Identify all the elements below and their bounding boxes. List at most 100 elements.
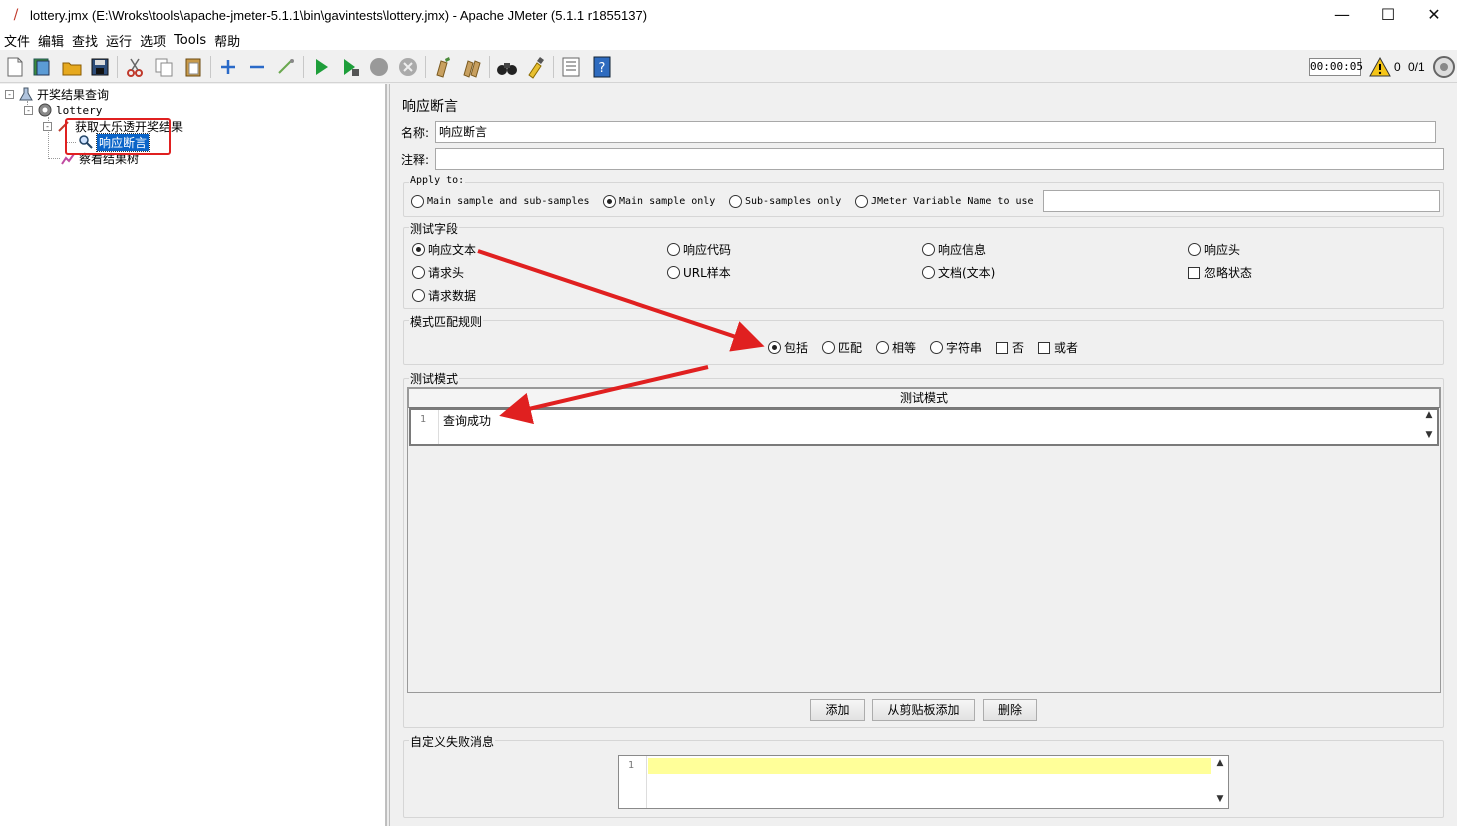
comment-label: 注释: <box>401 152 430 167</box>
toggle-icon[interactable] <box>274 55 298 79</box>
name-field[interactable]: 响应断言 <box>435 121 1436 143</box>
rule-contains-radio[interactable]: 包括 <box>768 339 808 356</box>
field-response-text-radio[interactable]: 响应文本 <box>412 241 476 258</box>
templates-icon[interactable] <box>30 55 54 79</box>
comment-row: 注释: <box>401 147 1444 171</box>
add-button[interactable]: 添加 <box>810 699 865 721</box>
checkbox-box <box>1188 266 1200 279</box>
collapse-all-icon[interactable] <box>245 55 269 79</box>
radio-circle-selected <box>412 243 425 256</box>
field-request-headers-radio[interactable]: 请求头 <box>412 264 464 281</box>
apply-main-only-radio[interactable]: Main sample only <box>603 195 715 208</box>
field-url-sampled-radio[interactable]: URL样本 <box>667 264 731 281</box>
maximize-button[interactable]: ☐ <box>1365 0 1411 30</box>
scroll-up-icon[interactable]: ▲ <box>1214 758 1226 768</box>
paste-icon[interactable] <box>181 55 205 79</box>
rule-substring-radio[interactable]: 字符串 <box>930 339 982 356</box>
field-document-text-radio[interactable]: 文档(文本) <box>922 264 995 281</box>
failure-message-title: 自定义失败消息 <box>409 733 496 750</box>
option-label: 响应头 <box>1204 243 1241 257</box>
jmeter-feather-icon: / <box>13 7 19 23</box>
minimize-button[interactable]: — <box>1319 0 1365 30</box>
radio-circle <box>855 195 868 208</box>
warning-icon[interactable] <box>1369 56 1391 78</box>
split-pane-divider[interactable] <box>386 84 390 826</box>
save-icon[interactable] <box>88 55 112 79</box>
apply-sub-only-radio[interactable]: Sub-samples only <box>729 195 841 208</box>
comment-field[interactable] <box>435 148 1444 170</box>
copy-icon[interactable] <box>152 55 176 79</box>
option-label: Main sample and sub-samples <box>427 196 590 207</box>
failure-message-editor[interactable]: 1 ▲ ▼ <box>618 755 1229 809</box>
clear-icon[interactable] <box>431 55 455 79</box>
field-response-headers-radio[interactable]: 响应头 <box>1188 241 1240 258</box>
open-icon[interactable] <box>60 55 84 79</box>
field-response-code-radio[interactable]: 响应代码 <box>667 241 731 258</box>
clear-all-icon[interactable] <box>460 55 484 79</box>
option-label: 文档(文本) <box>938 266 996 280</box>
radio-circle <box>876 341 889 354</box>
menu-edit[interactable]: 编辑 <box>34 31 68 50</box>
help-icon[interactable]: ? <box>590 55 614 79</box>
pattern-rules-title: 模式匹配规则 <box>409 313 484 330</box>
failure-message-text <box>648 758 1211 774</box>
delete-button[interactable]: 删除 <box>983 699 1037 721</box>
expand-all-icon[interactable] <box>216 55 240 79</box>
tree-node-test-plan[interactable]: - 开奖结果查询 <box>5 86 109 102</box>
collapse-toggle-icon[interactable]: - <box>43 121 52 131</box>
reset-search-icon[interactable] <box>524 55 548 79</box>
rule-equals-radio[interactable]: 相等 <box>876 339 916 356</box>
option-label: 包括 <box>784 341 809 355</box>
shutdown-icon[interactable] <box>396 55 420 79</box>
menu-file[interactable]: 文件 <box>0 31 34 50</box>
option-label: 否 <box>1012 341 1025 355</box>
radio-circle <box>411 195 424 208</box>
add-from-clipboard-button[interactable]: 从剪贴板添加 <box>872 699 975 721</box>
search-binoculars-icon[interactable] <box>495 55 519 79</box>
option-label: Main sample only <box>619 196 716 207</box>
stop-icon[interactable] <box>367 55 391 79</box>
ignore-status-checkbox[interactable]: 忽略状态 <box>1188 264 1252 281</box>
jmeter-variable-input[interactable] <box>1043 190 1440 212</box>
start-icon[interactable] <box>309 55 333 79</box>
scroll-down-icon[interactable]: ▼ <box>1423 430 1435 440</box>
checkbox-box <box>1038 341 1050 354</box>
radio-circle <box>412 266 425 279</box>
rule-matches-radio[interactable]: 匹配 <box>822 339 862 356</box>
collapse-toggle-icon[interactable]: - <box>5 89 14 99</box>
radio-circle <box>1188 243 1201 256</box>
menu-search[interactable]: 查找 <box>68 31 102 50</box>
response-assertion-panel: 响应断言 名称: 响应断言 注释: Apply to: Main sample … <box>391 84 1457 826</box>
field-response-message-radio[interactable]: 响应信息 <box>922 241 986 258</box>
option-label: URL样本 <box>683 266 731 280</box>
apply-jmeter-variable-radio[interactable]: JMeter Variable Name to use <box>855 195 1034 208</box>
menu-run[interactable]: 运行 <box>102 31 136 50</box>
menu-tools[interactable]: Tools <box>170 33 210 48</box>
field-request-data-radio[interactable]: 请求数据 <box>412 287 476 304</box>
table-row[interactable]: 1 查询成功 ▲ ▼ <box>409 408 1439 446</box>
close-button[interactable]: ✕ <box>1411 0 1457 30</box>
cut-icon[interactable] <box>123 55 147 79</box>
window-title: lottery.jmx (E:\Wroks\tools\apache-jmete… <box>30 7 648 23</box>
option-label: 响应文本 <box>428 243 477 257</box>
menu-help[interactable]: 帮助 <box>210 31 244 50</box>
scroll-down-icon[interactable]: ▼ <box>1214 794 1226 804</box>
tree-node-thread-group[interactable]: - lottery <box>24 102 102 118</box>
collapse-toggle-icon[interactable]: - <box>24 105 33 115</box>
pattern-rules-group <box>403 320 1444 365</box>
menu-options[interactable]: 选项 <box>136 31 170 50</box>
radio-circle <box>822 341 835 354</box>
annotation-highlight-box <box>65 118 171 155</box>
option-label: 响应代码 <box>683 243 732 257</box>
function-helper-icon[interactable] <box>559 55 583 79</box>
scroll-up-icon[interactable]: ▲ <box>1423 410 1435 420</box>
tree-node-label: lottery <box>56 103 103 117</box>
warning-count: 0 <box>1394 60 1401 74</box>
start-no-pauses-icon[interactable] <box>338 55 362 79</box>
rule-not-checkbox[interactable]: 否 <box>996 339 1024 356</box>
option-label: 或者 <box>1054 341 1079 355</box>
new-icon[interactable] <box>3 55 27 79</box>
remote-globe-icon[interactable] <box>1432 55 1456 79</box>
apply-main-and-sub-radio[interactable]: Main sample and sub-samples <box>411 195 590 208</box>
rule-or-checkbox[interactable]: 或者 <box>1038 339 1078 356</box>
